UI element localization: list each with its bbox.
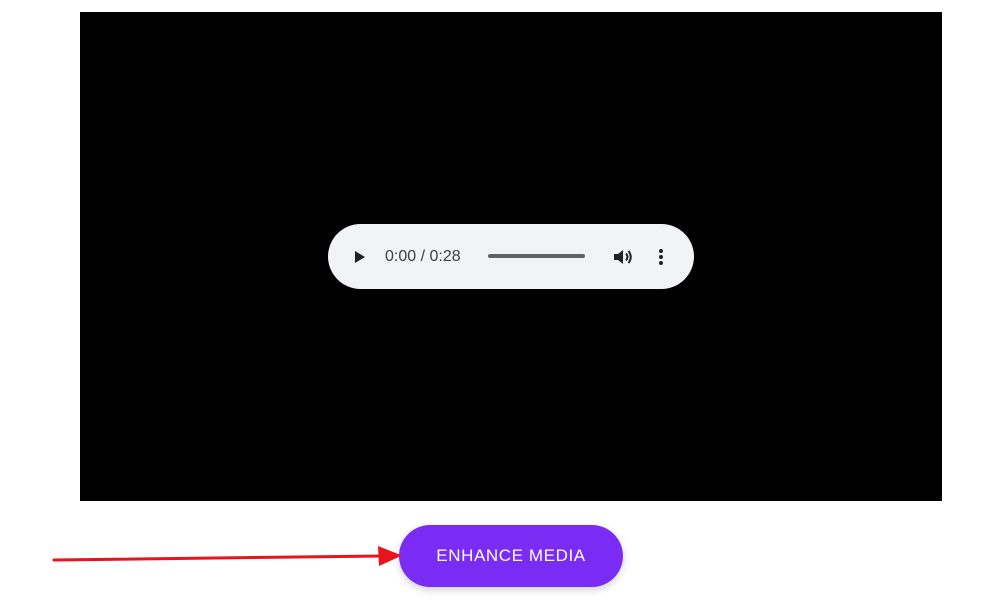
progress-slider[interactable] <box>488 254 585 258</box>
audio-player: 0:00 / 0:28 <box>328 224 694 289</box>
volume-icon[interactable] <box>612 247 634 267</box>
play-icon[interactable] <box>352 248 368 266</box>
media-stage: 0:00 / 0:28 <box>80 12 942 501</box>
time-display: 0:00 / 0:28 <box>385 248 461 265</box>
page: 0:00 / 0:28 ENHANCE MEDIA <box>0 0 1000 600</box>
enhance-media-button[interactable]: ENHANCE MEDIA <box>399 525 623 587</box>
more-options-icon[interactable] <box>656 247 666 267</box>
red-arrow-annotation <box>52 546 402 566</box>
